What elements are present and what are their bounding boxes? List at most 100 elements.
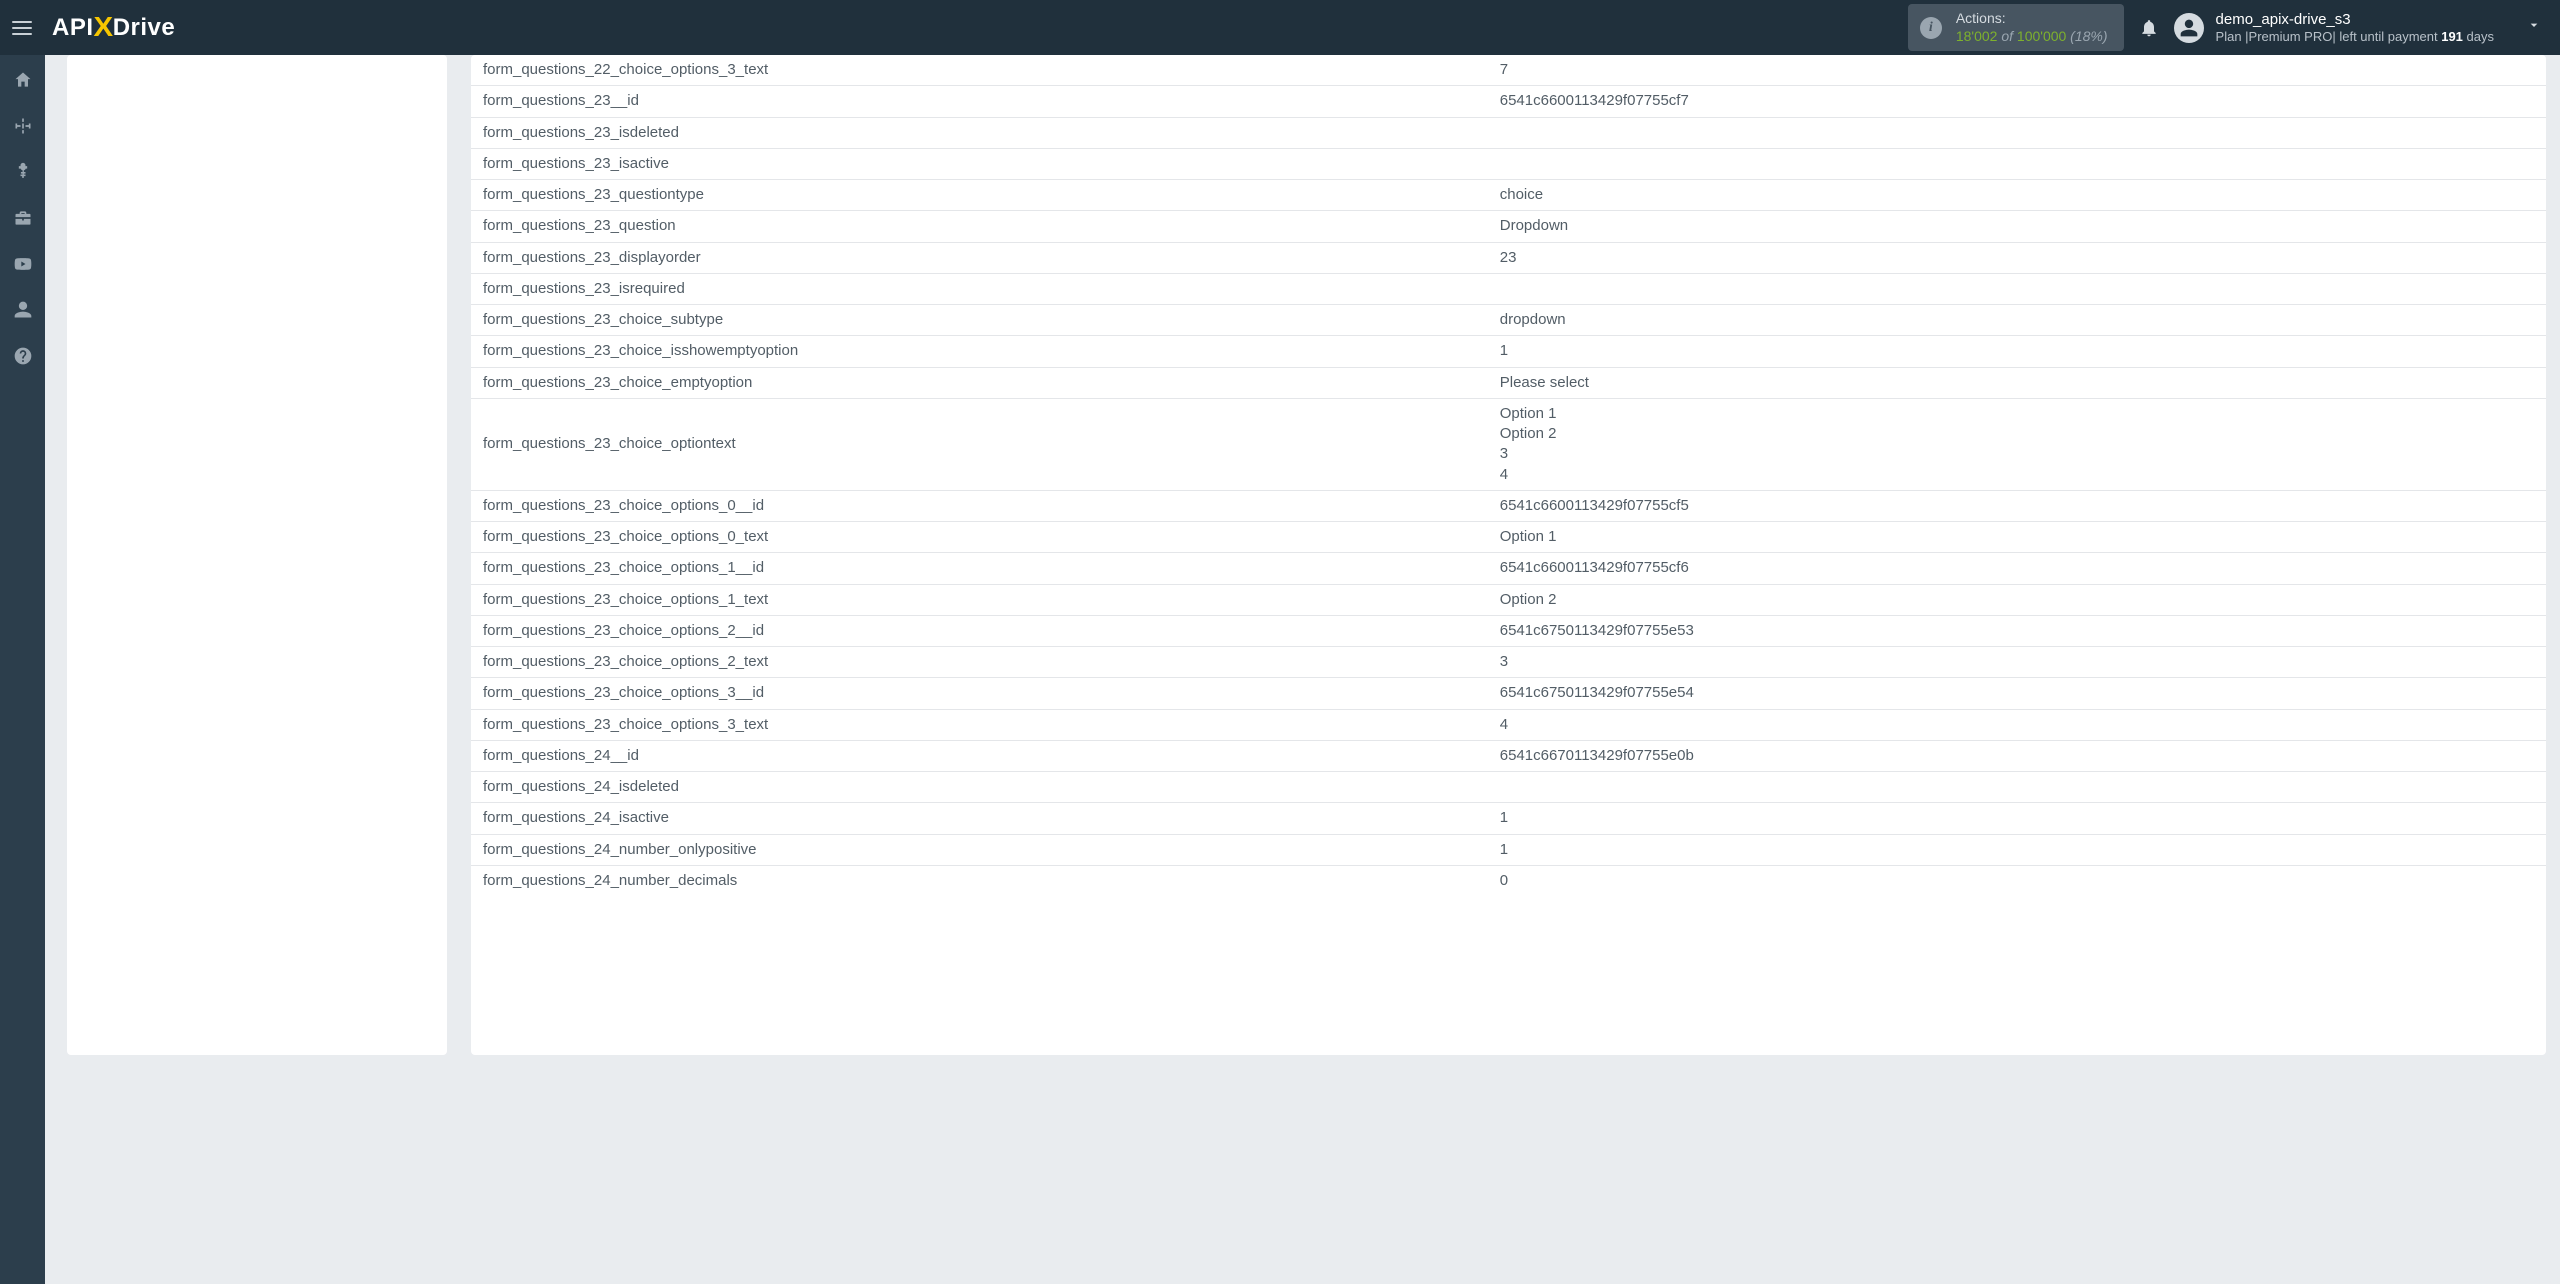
home-icon[interactable] [12,69,34,91]
field-value: 23 [1488,242,2546,273]
table-row: form_questions_23_choice_subtypedropdown [471,305,2546,336]
field-value [1488,273,2546,304]
user-text: demo_apix-drive_s3 Plan |Premium PRO| le… [2216,11,2494,45]
app-header: API X Drive i Actions: 18'002 of 100'000… [0,0,2560,55]
brand-suffix: Drive [113,14,176,42]
field-value: 6541c6670113429f07755e0b [1488,740,2546,771]
connections-icon[interactable] [12,115,34,137]
billing-icon[interactable] [12,161,34,183]
field-value: Option 1 [1488,522,2546,553]
chevron-down-icon[interactable] [2526,17,2542,38]
field-value: 1 [1488,834,2546,865]
actions-counter[interactable]: i Actions: 18'002 of 100'000 (18%) [1908,4,2124,51]
field-key: form_questions_23_choice_options_0_text [471,522,1488,553]
field-key: form_questions_23__id [471,86,1488,117]
actions-of: of [1997,28,2016,44]
main-content[interactable]: form_questions_22_choice_options_3_text7… [45,55,2560,1284]
key-value-table: form_questions_22_choice_options_3_text7… [471,55,2546,896]
field-key: form_questions_24__id [471,740,1488,771]
youtube-icon[interactable] [12,253,34,275]
field-key: form_questions_23_question [471,211,1488,242]
field-key: form_questions_23_choice_options_0__id [471,490,1488,521]
user-name: demo_apix-drive_s3 [2216,11,2494,29]
field-key: form_questions_23_displayorder [471,242,1488,273]
field-value: dropdown [1488,305,2546,336]
table-row: form_questions_23_choice_options_0__id65… [471,490,2546,521]
brand-prefix: API [52,14,94,42]
profile-icon[interactable] [12,299,34,321]
field-key: form_questions_23_questiontype [471,180,1488,211]
field-key: form_questions_23_choice_options_3__id [471,678,1488,709]
table-row: form_questions_23_questionDropdown [471,211,2546,242]
field-value: 0 [1488,865,2546,896]
table-row: form_questions_24_number_decimals0 [471,865,2546,896]
field-key: form_questions_22_choice_options_3_text [471,55,1488,86]
avatar [2174,13,2204,43]
field-value: Option 2 [1488,584,2546,615]
actions-total: 100'000 [2017,28,2066,44]
field-key: form_questions_23_choice_subtype [471,305,1488,336]
table-row: form_questions_24_isactive1 [471,803,2546,834]
actions-label: Actions: [1956,10,2108,28]
table-row: form_questions_24_number_onlypositive1 [471,834,2546,865]
actions-pct: (18%) [2066,28,2107,44]
field-key: form_questions_23_choice_options_1__id [471,553,1488,584]
field-key: form_questions_24_isdeleted [471,772,1488,803]
actions-used: 18'002 [1956,28,1998,44]
table-row: form_questions_23_choice_options_3_text4 [471,709,2546,740]
field-value: 6541c6750113429f07755e54 [1488,678,2546,709]
field-key: form_questions_23_isactive [471,148,1488,179]
field-key: form_questions_23_choice_options_1_text [471,584,1488,615]
field-value [1488,148,2546,179]
field-value: 6541c6600113429f07755cf6 [1488,553,2546,584]
table-row: form_questions_23_isactive [471,148,2546,179]
user-menu[interactable]: demo_apix-drive_s3 Plan |Premium PRO| le… [2174,11,2494,45]
field-value [1488,772,2546,803]
user-plan: Plan |Premium PRO| left until payment 19… [2216,29,2494,45]
table-row: form_questions_23_isdeleted [471,117,2546,148]
field-value: 7 [1488,55,2546,86]
field-value: 1 [1488,336,2546,367]
table-row: form_questions_23_displayorder23 [471,242,2546,273]
field-value: 4 [1488,709,2546,740]
info-icon: i [1920,17,1942,39]
table-row: form_questions_23_choice_options_2__id65… [471,615,2546,646]
field-key: form_questions_24_isactive [471,803,1488,834]
field-value: 1 [1488,803,2546,834]
sidebar [0,55,45,1284]
help-icon[interactable] [12,345,34,367]
table-row: form_questions_23_choice_options_2_text3 [471,647,2546,678]
field-key: form_questions_23_choice_optiontext [471,398,1488,490]
field-key: form_questions_23_choice_options_2__id [471,615,1488,646]
field-key: form_questions_23_choice_emptyoption [471,367,1488,398]
brand-logo[interactable]: API X Drive [52,12,175,44]
table-row: form_questions_24_isdeleted [471,772,2546,803]
field-value: 3 [1488,647,2546,678]
field-key: form_questions_23_isdeleted [471,117,1488,148]
table-row: form_questions_23_choice_isshowemptyopti… [471,336,2546,367]
briefcase-icon[interactable] [12,207,34,229]
field-value: 6541c6750113429f07755e53 [1488,615,2546,646]
notifications-button[interactable] [2138,17,2160,39]
table-row: form_questions_22_choice_options_3_text7 [471,55,2546,86]
table-row: form_questions_23_isrequired [471,273,2546,304]
table-row: form_questions_23_choice_options_1__id65… [471,553,2546,584]
brand-x: X [93,11,113,43]
hamburger-menu-button[interactable] [12,21,32,35]
table-row: form_questions_23_choice_optiontextOptio… [471,398,2546,490]
data-panel: form_questions_22_choice_options_3_text7… [471,55,2546,1055]
table-row: form_questions_24__id6541c6670113429f077… [471,740,2546,771]
field-value: Dropdown [1488,211,2546,242]
field-key: form_questions_23_choice_options_2_text [471,647,1488,678]
table-row: form_questions_23_choice_options_1_textO… [471,584,2546,615]
left-panel [67,55,447,1055]
field-value: Please select [1488,367,2546,398]
field-value: choice [1488,180,2546,211]
field-key: form_questions_23_choice_options_3_text [471,709,1488,740]
field-key: form_questions_23_isrequired [471,273,1488,304]
field-value [1488,117,2546,148]
table-row: form_questions_23__id6541c6600113429f077… [471,86,2546,117]
field-value: Option 1 Option 2 3 4 [1488,398,2546,490]
field-value: 6541c6600113429f07755cf7 [1488,86,2546,117]
table-row: form_questions_23_choice_options_0_textO… [471,522,2546,553]
